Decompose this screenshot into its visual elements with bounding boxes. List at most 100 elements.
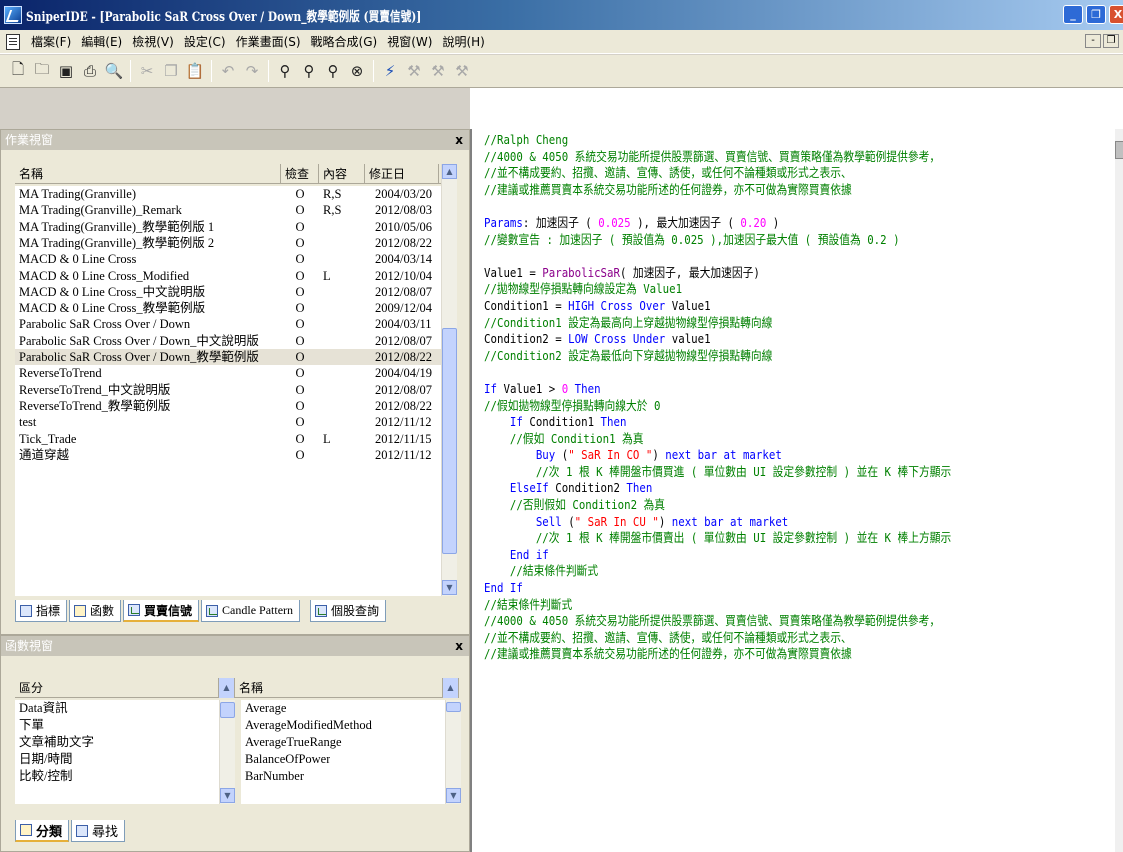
tools-icon[interactable]: ⚒ [451,60,473,82]
function-scroll-up-arrow[interactable]: ▲ [443,678,459,698]
maximize-button[interactable]: ❐ [1086,5,1106,24]
menu-screens[interactable]: 作業畫面(S) [231,33,306,50]
table-row[interactable]: Parabolic SaR Cross Over / Down O 2004/03/… [15,316,441,332]
chart-icon [206,604,219,617]
function-scroll-down-arrow[interactable]: ▼ [446,788,461,803]
category-item[interactable]: 文章補助文字 [15,734,219,750]
menu-window[interactable]: 視窗(W) [382,33,437,50]
menu-file[interactable]: 檔案(F) [26,33,76,50]
code-editor[interactable]: //Ralph Cheng//4000 & 4050 系統交易功能所提供股票篩選… [470,129,1123,852]
print-preview-icon[interactable]: 🔍 [103,60,125,82]
category-scrollbar[interactable]: ▼ [219,700,235,804]
code-token: ParabolicSaR [542,264,620,280]
table-row[interactable]: ReverseToTrend_中文說明版 O 2012/08/07 [15,382,441,398]
table-row[interactable]: 通道穿越 O 2012/11/12 [15,447,441,463]
menu-edit[interactable]: 編輯(E) [76,33,127,50]
function-scroll-thumb[interactable] [446,702,461,712]
redo-icon[interactable]: ↷ [241,60,263,82]
table-row[interactable]: Tick_Trade O L 2012/11/15 [15,431,441,447]
tab-candle-pattern[interactable]: Candle Pattern [201,600,301,622]
row-name: MACD & 0 Line Cross_Modified [19,268,190,283]
category-item[interactable]: Data資訊 [15,700,219,716]
close-button[interactable]: X [1109,5,1123,24]
tab-trade-signals[interactable]: 買賣信號 [123,600,200,622]
function-panel-close-button[interactable]: x [455,636,463,656]
category-item[interactable]: 日期/時間 [15,751,219,767]
category-scroll-down-arrow[interactable]: ▼ [220,788,235,803]
code-token: If [484,380,497,396]
mdi-minimize-button[interactable]: - [1085,34,1101,48]
code-token: ) [658,513,672,529]
column-header-content[interactable]: 內容 [319,164,365,184]
save-icon[interactable]: ▣ [55,60,77,82]
function-scrollbar[interactable]: ▼ [445,700,461,804]
function-item[interactable]: AverageModifiedMethod [241,717,445,733]
table-row[interactable]: MACD & 0 Line Cross_教學範例版 O 2009/12/04 [15,300,441,316]
category-item[interactable]: 比較/控制 [15,768,219,784]
undo-icon[interactable]: ↶ [217,60,239,82]
indent-icon[interactable]: ⚒ [403,60,425,82]
table-row[interactable]: MACD & 0 Line Cross_Modified O L 2012/10/04 [15,268,441,284]
find-next-icon[interactable]: ⚲ [298,60,320,82]
table-row[interactable]: MA Trading(Granville) O R,S 2004/03/20 [15,186,441,202]
table-row[interactable]: Parabolic SaR Cross Over / Down_教學範例版 O 20… [15,349,441,365]
table-row[interactable]: MA Trading(Granville)_Remark O R,S 2012/08/… [15,202,441,218]
menu-help[interactable]: 說明(H) [437,33,489,50]
table-row[interactable]: ReverseToTrend O 2004/04/19 [15,365,441,381]
table-row[interactable]: MA Trading(Granville)_教學範例版 2 O 2012/08/22 [15,235,441,251]
column-header-category[interactable]: 區分 [15,678,219,698]
replace-icon[interactable]: ⚲ [322,60,344,82]
menu-settings[interactable]: 設定(C) [179,33,231,50]
column-header-check[interactable]: 檢查 [281,164,319,184]
menu-strategy[interactable]: 戰略合成(G) [306,33,383,50]
copy-icon[interactable]: ❐ [160,60,182,82]
table-row[interactable]: MA Trading(Granville)_教學範例版 1 O 2010/05/06 [15,219,441,235]
tab-indicators[interactable]: 指標 [15,600,68,622]
function-item[interactable]: Average [241,700,445,716]
function-item[interactable]: AverageTrueRange [241,734,445,750]
mdi-restore-button[interactable]: ❐ [1103,34,1119,48]
outdent-icon[interactable]: ⚒ [427,60,449,82]
scroll-up-arrow[interactable]: ▲ [442,164,457,179]
row-name: Parabolic SaR Cross Over / Down_中文說明版 [19,333,259,348]
binoculars-icon[interactable]: ⊗ [346,60,368,82]
column-header-function-name[interactable]: 名稱 [235,678,443,698]
cut-icon[interactable]: ✂ [136,60,158,82]
minimize-button[interactable]: _ [1063,5,1083,24]
work-grid-scrollbar[interactable]: ▲ ▼ [441,164,457,596]
editor-scrollbar[interactable] [1115,129,1123,852]
code-content[interactable]: //Ralph Cheng//4000 & 4050 系統交易功能所提供股票篩選… [472,132,1123,663]
function-item[interactable]: BarNumber [241,768,445,784]
document-icon[interactable] [6,33,20,50]
scroll-down-arrow[interactable]: ▼ [442,580,457,595]
table-row[interactable]: test O 2012/11/12 [15,414,441,430]
table-row[interactable]: MACD & 0 Line Cross O 2004/03/14 [15,251,441,267]
toolbar-separator [130,60,131,82]
function-item-label: BarNumber [245,769,305,783]
find-icon[interactable]: ⚲ [274,60,296,82]
table-row[interactable]: Parabolic SaR Cross Over / Down_中文說明版 O 20… [15,333,441,349]
paste-icon[interactable]: 📋 [184,60,206,82]
column-header-modified[interactable]: 修正日 [365,164,439,184]
column-header-name[interactable]: 名稱 [15,164,281,184]
menu-view[interactable]: 檢視(V) [127,33,179,50]
work-panel-close-button[interactable]: x [455,130,463,150]
table-row[interactable]: MACD & 0 Line Cross_中文說明版 O 2012/08/07 [15,284,441,300]
tab-search[interactable]: 尋找 [71,820,126,842]
tab-stock-query[interactable]: 個股查詢 [310,600,387,622]
compile-icon[interactable]: ⚡ [379,60,401,82]
tab-functions[interactable]: 函數 [69,600,122,622]
category-scroll-up-arrow[interactable]: ▲ [219,678,235,698]
table-row[interactable]: ReverseToTrend_教學範例版 O 2012/08/22 [15,398,441,414]
code-line: ElseIf Condition2 Then [472,480,1032,497]
new-file-icon[interactable]: 🗋 [7,60,29,82]
function-item[interactable]: BalanceOfPower [241,751,445,767]
category-scroll-thumb[interactable] [220,702,235,718]
tab-categories[interactable]: 分類 [15,820,70,842]
open-icon[interactable]: 🗀 [31,60,53,82]
print-icon[interactable]: ⎙ [79,60,101,82]
editor-top-area [470,88,1123,129]
category-item[interactable]: 下單 [15,717,219,733]
scroll-thumb[interactable] [442,328,457,554]
